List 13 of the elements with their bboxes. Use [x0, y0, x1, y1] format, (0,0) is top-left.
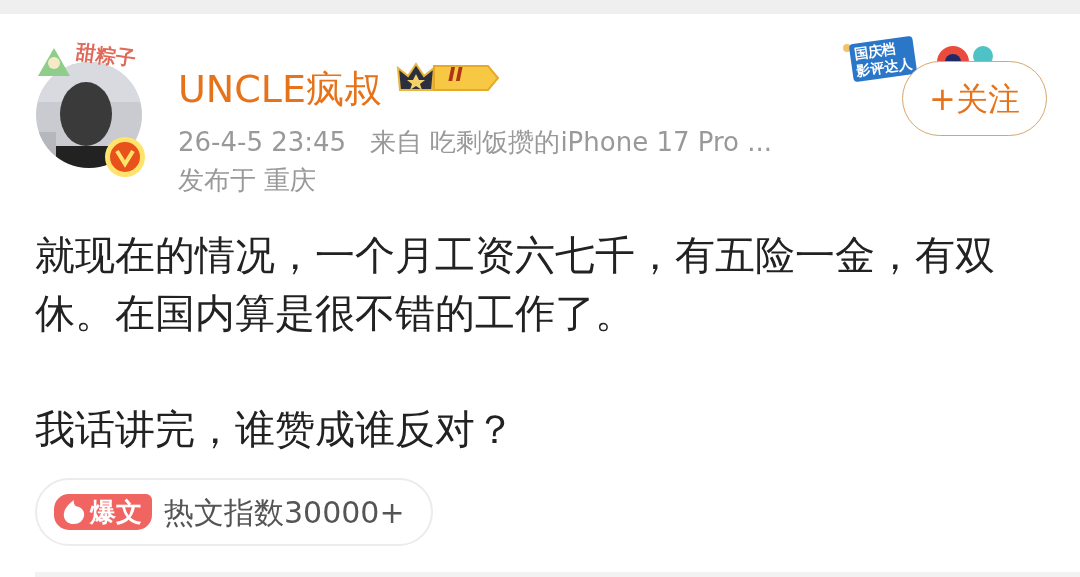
post-location: 发布于 重庆 [178, 165, 317, 195]
post-text: 就现在的情况，一个月工资六七千，有五险一金，有双休。在国内算是很不错的工作了。 [35, 231, 996, 338]
avatar-frame-text: 甜粽子 [74, 37, 138, 74]
hot-index-text: 热文指数30000+ [164, 493, 405, 532]
username[interactable]: UNCLE疯叔 [178, 67, 382, 111]
rice-dumpling-icon [36, 46, 72, 78]
post-text: 我话讲完，谁赞成谁反对？ [35, 405, 516, 454]
flame-icon [62, 499, 86, 525]
post-source: 来自 吃剩饭攒的iPhone 17 Pro ... [370, 127, 773, 157]
hot-index-tag[interactable]: 爆文 热文指数30000+ [35, 478, 433, 546]
post-time: 26-4-5 23:45 [178, 127, 347, 157]
level-badge: II [393, 60, 500, 96]
hot-label: 爆文 [54, 494, 152, 530]
